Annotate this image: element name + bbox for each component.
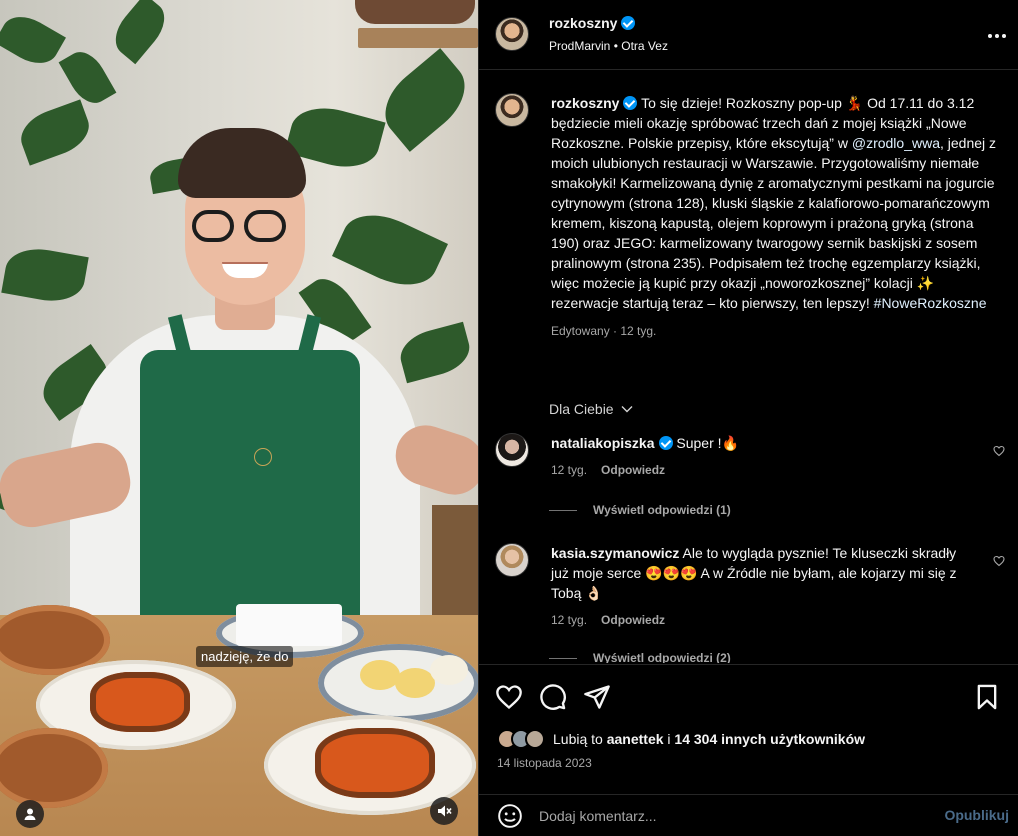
food-cauliflower	[430, 655, 468, 685]
caption-hashtag-link[interactable]: #NoweRozkoszne	[874, 295, 987, 311]
likes-middle: i	[663, 731, 675, 747]
food-pumpkin	[90, 672, 190, 732]
more-options-button[interactable]	[987, 22, 1007, 45]
post-header: rozkoszny ProdMarvin • Otra Vez	[479, 0, 1018, 70]
bookmark-save-icon[interactable]	[973, 683, 1001, 711]
food-pumpkin	[315, 728, 435, 798]
more-horizontal-icon	[988, 34, 1006, 38]
verified-badge-icon	[658, 436, 673, 450]
comment-age: 12 tyg.	[551, 613, 588, 627]
apron-logo	[254, 448, 272, 466]
post-actions: Lubią to aanettek i 14 304 innych użytko…	[479, 664, 1018, 794]
video-subtitle: nadzieję, że do	[196, 646, 294, 667]
user-icon	[24, 808, 36, 820]
likes-count-link[interactable]: 14 304 innych użytkowników	[674, 731, 865, 747]
comment-username[interactable]: nataliakopiszka	[551, 435, 655, 451]
caption-text: rozkoszny To się dzieje! Rozkoszny pop-u…	[551, 93, 1001, 341]
author-avatar[interactable]	[495, 17, 529, 51]
like-heart-icon[interactable]	[495, 683, 523, 711]
media-pot	[355, 0, 475, 24]
share-send-icon[interactable]	[583, 683, 611, 711]
post-side-panel: rozkoszny ProdMarvin • Otra Vez rozkoszn…	[478, 0, 1018, 836]
like-comment-heart-icon[interactable]	[993, 555, 1005, 567]
verified-badge-icon	[623, 96, 638, 110]
caption-meta: Edytowany · 12 tyg.	[551, 324, 657, 338]
comment-meta: 12 tyg. Odpowiedz	[551, 463, 665, 477]
liker-username-link[interactable]: aanettek	[607, 731, 664, 747]
audio-line: ProdMarvin • Otra Vez	[549, 39, 668, 53]
comment-filter-dropdown[interactable]: Dla Ciebie	[549, 401, 633, 417]
add-comment-bar: Opublikuj	[479, 794, 1018, 836]
comment-text: nataliakopiszka Super !🔥	[551, 433, 971, 453]
publish-button[interactable]: Opublikuj	[944, 807, 1009, 823]
comment-text: kasia.szymanowicz Ale to wygląda pysznie…	[551, 543, 971, 603]
chevron-down-icon	[621, 406, 633, 413]
post-date: 14 listopada 2023	[497, 756, 592, 770]
caption-body-part: , jednej z moich ulubionych restauracji …	[551, 135, 997, 311]
tagged-users-button[interactable]	[16, 800, 44, 828]
emoji-icon[interactable]	[497, 803, 523, 829]
view-replies-button[interactable]: Wyświetl odpowiedzi (1)	[549, 503, 731, 517]
food-dumpling	[360, 660, 400, 690]
likes-summary: Lubią to aanettek i 14 304 innych użytko…	[497, 729, 865, 749]
media-shelf	[358, 28, 478, 48]
author-line: rozkoszny	[549, 15, 636, 31]
food-dumpling	[395, 668, 435, 698]
audio-separator: •	[613, 39, 618, 53]
likes-text: Lubią to aanettek i 14 304 innych użytko…	[553, 731, 865, 747]
view-replies-button[interactable]: Wyświetl odpowiedzi (2)	[549, 651, 731, 663]
comment-body: Super !🔥	[676, 435, 739, 451]
caption-mention-link[interactable]: @zrodlo_wwa	[852, 135, 940, 151]
comment-meta: 12 tyg. Odpowiedz	[551, 613, 665, 627]
comment-avatar[interactable]	[495, 543, 529, 577]
comment-input[interactable]	[539, 805, 919, 827]
likes-prefix: Lubią to	[553, 731, 607, 747]
caption-author-username[interactable]: rozkoszny	[551, 95, 619, 111]
caption-author-avatar[interactable]	[495, 93, 529, 127]
media-cabinet	[432, 505, 478, 615]
comment-filter-label: Dla Ciebie	[549, 401, 614, 417]
liker-avatar	[525, 729, 545, 749]
comment-username[interactable]: kasia.szymanowicz	[551, 545, 679, 561]
reply-button[interactable]: Odpowiedz	[601, 613, 665, 627]
comment-item: nataliakopiszka Super !🔥 12 tyg. Odpowied…	[495, 433, 1015, 533]
verified-badge-icon	[621, 16, 636, 30]
like-comment-heart-icon[interactable]	[993, 445, 1005, 457]
media-apron	[140, 350, 360, 620]
liker-avatars	[497, 729, 545, 749]
mute-button[interactable]	[430, 797, 458, 825]
instagram-post-dialog: nadzieję, że do rozkoszny ProdMarvin • O…	[0, 0, 1018, 836]
comment-avatar[interactable]	[495, 433, 529, 467]
audio-title[interactable]: Otra Vez	[621, 39, 668, 53]
reply-button[interactable]: Odpowiedz	[601, 463, 665, 477]
audio-artist[interactable]: ProdMarvin	[549, 39, 610, 53]
comments-scroll-area[interactable]: rozkoszny To się dzieje! Rozkoszny pop-u…	[479, 71, 1018, 663]
volume-muted-icon	[438, 805, 452, 817]
comment-age: 12 tyg.	[551, 463, 588, 477]
post-media[interactable]: nadzieję, że do	[0, 0, 478, 836]
author-username[interactable]: rozkoszny	[549, 15, 617, 31]
comment-item: kasia.szymanowicz Ale to wygląda pysznie…	[495, 543, 1015, 663]
napkin	[236, 604, 342, 646]
comment-bubble-icon[interactable]	[539, 683, 567, 711]
media-person-glasses	[190, 210, 290, 244]
